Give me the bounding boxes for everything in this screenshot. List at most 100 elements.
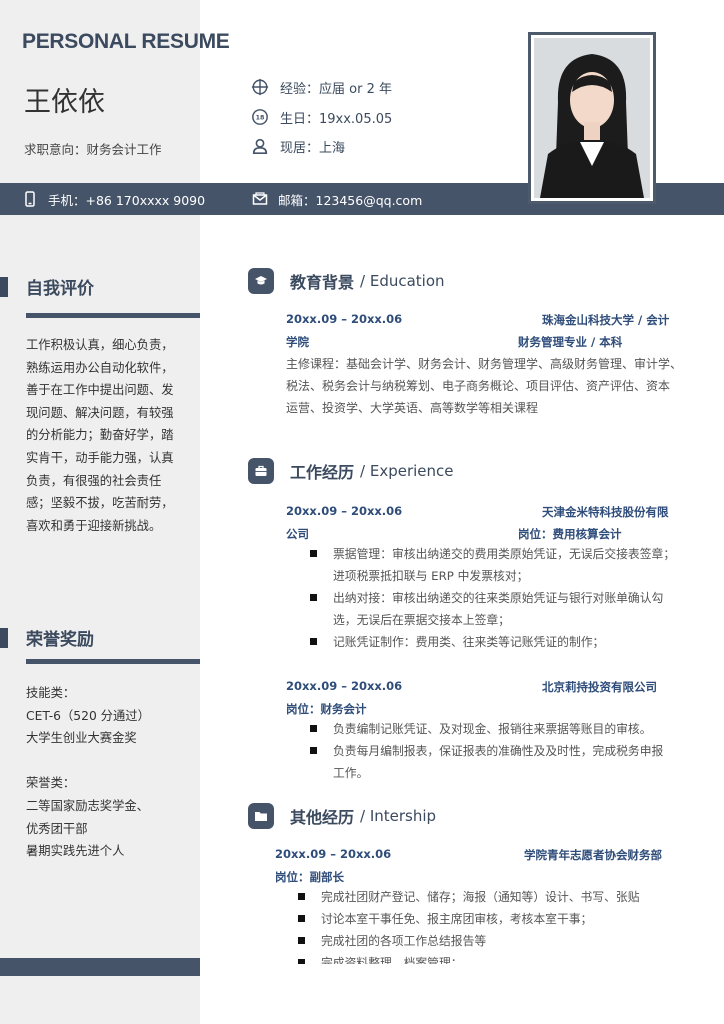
work-title-en: / Experience xyxy=(360,462,454,480)
age-18-icon: 18 xyxy=(250,107,270,127)
bullet-square-icon xyxy=(310,550,317,557)
job2-position: 岗位：财务会计 xyxy=(286,702,367,716)
education-courses-line: 主修课程：基础会计学、财务会计、财务管理学、高级财务管理、审计学、 xyxy=(286,357,683,371)
bullet-square-icon xyxy=(298,959,305,964)
self-eval-line: 喜欢和勇于迎接新挑战。 xyxy=(26,518,162,533)
awards-title: 荣誉奖励 xyxy=(26,630,94,650)
bullet-square-icon xyxy=(310,594,317,601)
info-experience: 经验：应届 or 2 年 xyxy=(250,77,392,97)
bullet-text: 出纳对接：审核出纳递交的往来类原始凭证与银行对账单确认勾 xyxy=(333,591,664,605)
bullet-square-icon xyxy=(298,915,305,922)
bullet-text: 记账凭证制作：费用类、往来类等记账凭证的制作； xyxy=(333,635,605,649)
graduation-cap-icon xyxy=(248,268,274,294)
bullet-text: 负责每月编制报表，保证报表的准确性及及时性，完成税务申报 xyxy=(333,744,664,758)
other-bullet: 完成社团的各项工作总结报告等 xyxy=(298,930,486,952)
bullet-text: 完成社团的各项工作总结报告等 xyxy=(321,934,487,948)
self-eval-line: 的分析能力；勤奋好学，踏 xyxy=(26,428,174,443)
job1-position: 岗位：费用核算会计 xyxy=(518,527,622,541)
bullet-text: 完成社团财产登记、储存；海报（通知等）设计、书写、张贴 xyxy=(321,890,640,904)
resume-title: PERSONAL RESUME xyxy=(22,30,230,53)
bullet-text: 工作。 xyxy=(333,766,369,780)
self-eval-divider xyxy=(26,313,200,318)
briefcase-icon xyxy=(248,458,274,484)
self-eval-line: 熟练运用办公自动化软件， xyxy=(26,360,174,375)
phone-text: 手机：+86 170xxxx 9090 xyxy=(48,192,206,208)
bullet-text: 进项税票抵扣联与 ERP 中发票核对； xyxy=(333,569,529,583)
work-title: 工作经历 xyxy=(290,463,355,482)
person-icon xyxy=(250,136,270,156)
job1-company: 天津金米特科技股份有限 xyxy=(542,505,669,519)
mail-icon xyxy=(252,192,268,205)
education-major: 财务管理专业 / 本科 xyxy=(518,335,623,349)
phone-icon xyxy=(25,191,35,207)
folder-icon xyxy=(248,803,274,829)
awards-text: 技能类： CET-6（520 分通过） 大学生创业大赛金奖 荣誉类： 二等国家励… xyxy=(26,682,188,863)
bullet-text: 讨论本室干事任免、报主席团审核，考核本室干事； xyxy=(321,912,593,926)
experience-text: 经验：应届 or 2 年 xyxy=(280,81,392,97)
self-eval-line: 现问题、解决问题，有较强 xyxy=(26,405,174,420)
awards-line xyxy=(26,750,188,773)
other-bullet: 讨论本室干事任免、报主席团审核，考核本室干事； xyxy=(298,908,592,930)
awards-line: 技能类： xyxy=(26,686,76,700)
other-title: 其他经历 xyxy=(290,808,355,827)
education-title-en: / Education xyxy=(360,272,445,290)
job2-bullet: 负责编制记账凭证、及对现金、报销往来票据等账目的审核。 xyxy=(310,718,652,740)
job1-bullet: 记账凭证制作：费用类、往来类等记账凭证的制作； xyxy=(310,631,604,653)
heading-marker xyxy=(0,627,8,648)
job2-date: 20xx.09 – 20xx.06 xyxy=(286,679,403,693)
bullet-text: 选，无误后在票据交接本上签章； xyxy=(333,613,510,627)
awards-line: CET-6（520 分通过） xyxy=(26,708,150,723)
awards-line: 暑期实践先进个人 xyxy=(26,844,125,859)
heading-marker xyxy=(0,276,8,297)
info-birthday: 18 生日：19xx.05.05 xyxy=(250,107,392,127)
sidebar-bottom-bar xyxy=(0,958,200,976)
other-bullet-clipped: 完成资料整理，档案管理； xyxy=(298,955,598,964)
person-name: 王依依 xyxy=(24,87,105,118)
awards-heading: 荣誉奖励 xyxy=(0,625,94,650)
education-courses-line: 运营、投资学、大学英语、高等数学等相关课程 xyxy=(286,401,539,415)
self-eval-line: 善于在工作中提出问题、发 xyxy=(26,383,174,398)
job1-bullet: 出纳对接：审核出纳递交的往来类原始凭证与银行对账单确认勾 选，无误后在票据交接本上… xyxy=(310,587,663,631)
awards-line: 荣誉类： xyxy=(26,776,76,791)
job2-company: 北京莉持投资有限公司 xyxy=(542,680,657,694)
self-eval-line: 实肯干，动手能力强，认真 xyxy=(26,450,174,465)
other-title-en: / Intership xyxy=(360,807,437,825)
other-heading: 其他经历 / Intership xyxy=(248,803,436,829)
bullet-square-icon xyxy=(298,893,305,900)
education-heading: 教育背景 / Education xyxy=(248,268,445,294)
bullet-text: 完成资料整理，档案管理； xyxy=(321,956,463,964)
work-heading: 工作经历 / Experience xyxy=(248,458,454,484)
other-bullet: 完成资料整理，档案管理； xyxy=(298,955,463,964)
job1-company-cont: 公司 xyxy=(286,527,309,541)
awards-line: 优秀团干部 xyxy=(26,821,88,836)
other-position: 岗位：副部长 xyxy=(275,870,344,884)
education-title: 教育背景 xyxy=(290,273,355,292)
self-eval-heading: 自我评价 xyxy=(0,274,94,299)
education-date: 20xx.09 – 20xx.06 xyxy=(286,312,403,326)
bullet-text: 票据管理：审核出纳递交的费用类原始凭证，无误后交接表签章； xyxy=(333,547,676,561)
bullet-square-icon xyxy=(310,638,317,645)
other-bullet: 完成社团财产登记、储存；海报（通知等）设计、书写、张贴 xyxy=(298,886,640,908)
svg-text:18: 18 xyxy=(256,115,265,122)
bullet-square-icon xyxy=(310,725,317,732)
awards-line: 大学生创业大赛金奖 xyxy=(26,731,137,746)
bullet-text: 负责编制记账凭证、及对现金、报销往来票据等账目的审核。 xyxy=(333,722,652,736)
self-eval-text: 工作积极认真，细心负责， 熟练运用办公自动化软件， 善于在工作中提出问题、发 现… xyxy=(26,334,188,537)
email-text: 邮箱：123456@qq.com xyxy=(278,192,423,208)
other-org: 学院青年志愿者协会财务部 xyxy=(524,848,662,862)
education-school: 珠海金山科技大学 / 会计 xyxy=(542,313,670,327)
location-text: 现居：上海 xyxy=(280,140,346,156)
education-school-cont: 学院 xyxy=(286,335,309,349)
job2-bullet: 负责每月编制报表，保证报表的准确性及及时性，完成税务申报 工作。 xyxy=(310,740,663,784)
email-item: 邮箱：123456@qq.com xyxy=(252,190,422,209)
bullet-square-icon xyxy=(298,937,305,944)
birthday-text: 生日：19xx.05.05 xyxy=(280,111,393,127)
crosshair-icon xyxy=(250,77,270,97)
awards-divider xyxy=(26,659,200,664)
info-location: 现居：上海 xyxy=(250,136,345,156)
profile-photo xyxy=(528,32,656,204)
job1-date: 20xx.09 – 20xx.06 xyxy=(286,504,403,518)
self-eval-line: 负责，有很强的社会责任 xyxy=(26,473,162,488)
self-eval-line: 工作积极认真，细心负责， xyxy=(26,338,174,352)
awards-line: 二等国家励志奖学金、 xyxy=(26,798,149,813)
